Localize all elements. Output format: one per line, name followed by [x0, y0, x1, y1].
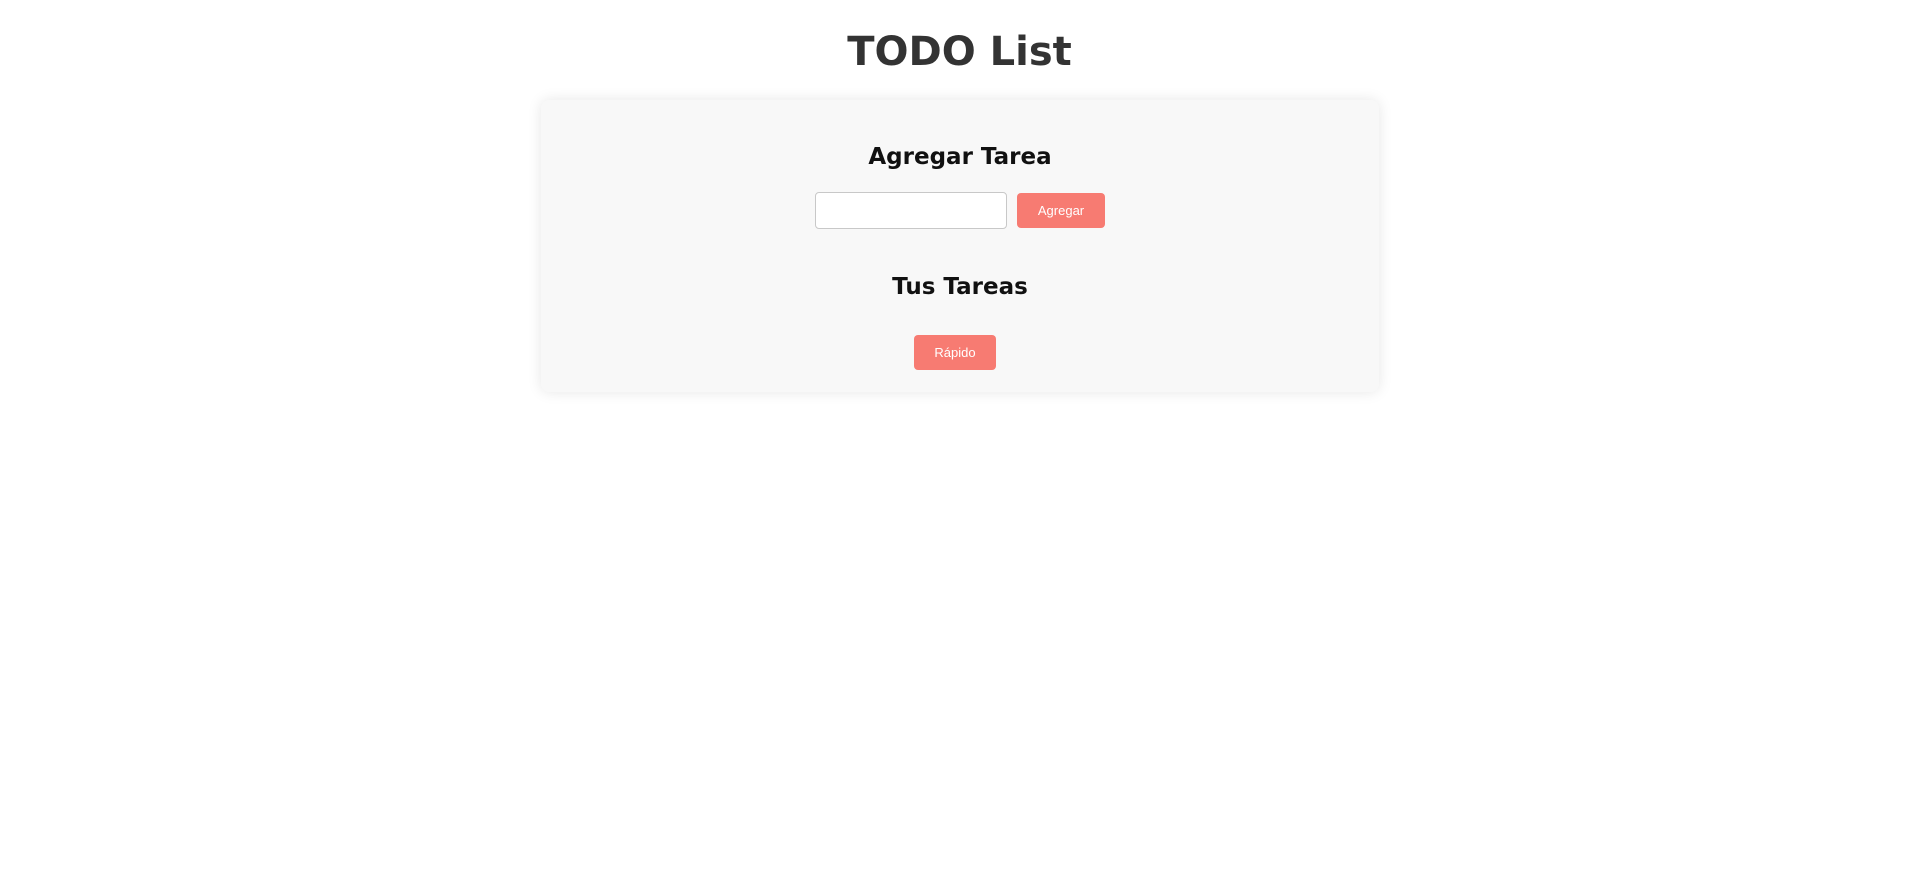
quick-button[interactable]: Rápido	[914, 335, 996, 370]
add-task-form: Agregar	[541, 192, 1379, 229]
add-task-button[interactable]: Agregar	[1017, 193, 1105, 228]
your-tasks-heading: Tus Tareas	[892, 274, 1028, 300]
page-title: TODO List	[847, 29, 1072, 75]
task-list: Rápido	[541, 335, 1379, 370]
add-task-heading: Agregar Tarea	[868, 144, 1052, 170]
task-input[interactable]	[815, 192, 1007, 229]
todo-card: Agregar Tarea Agregar Tus Tareas Rápido	[541, 100, 1379, 392]
todo-page: TODO List Agregar Tarea Agregar Tus Tare…	[0, 0, 1919, 888]
